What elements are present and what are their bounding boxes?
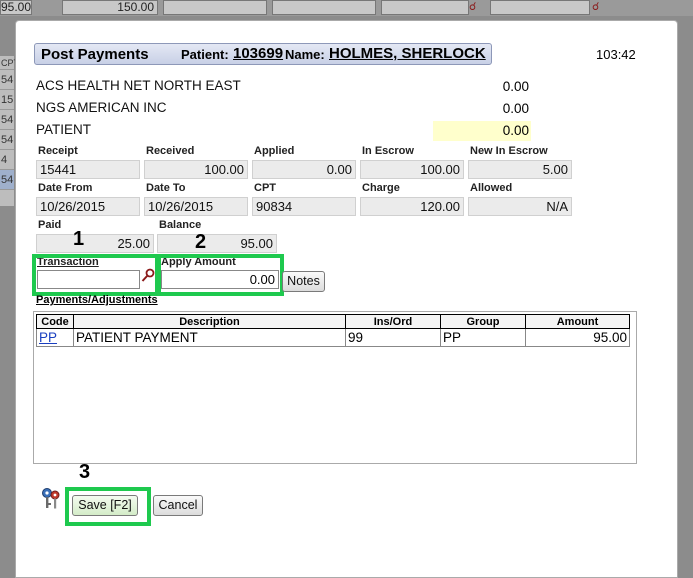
patient-label: Patient: (181, 47, 229, 62)
column-header-code: Code (36, 314, 74, 329)
column-header-ins-ord: Ins/Ord (345, 314, 441, 329)
payer-name: PATIENT (36, 122, 92, 137)
payer-amount: 0.00 (502, 101, 529, 116)
dialog-title-bar: Post Payments Patient: 103699 Name: HOLM… (34, 43, 492, 65)
new-in-escrow-label: New In Escrow (470, 145, 548, 157)
balance-label: Balance (159, 219, 202, 231)
table-row[interactable]: PP PATIENT PAYMENT 99 PP 95.00 (36, 328, 630, 347)
background-left-cell: 54 (0, 110, 14, 130)
session-timer: 103:42 (596, 47, 636, 62)
payments-table: Code Description Ins/Ord Group Amount PP… (36, 314, 630, 347)
row-description: PATIENT PAYMENT (73, 328, 346, 347)
search-icon: ☌ (469, 1, 477, 13)
column-header-amount: Amount (525, 314, 630, 329)
payer-name: ACS HEALTH NET NORTH EAST (36, 78, 241, 93)
payer-name: NGS AMERICAN INC (36, 100, 167, 115)
step-number-2: 2 (195, 231, 207, 253)
cpt-field: 90834 (252, 197, 356, 216)
paid-field: 25.00 (36, 234, 154, 253)
in-escrow-field: 100.00 (360, 160, 464, 179)
patient-id: 103699 (233, 45, 284, 62)
dialog-title: Post Payments (41, 46, 149, 63)
row-ins-ord: 99 (345, 328, 441, 347)
date-from-field: 10/26/2015 (36, 197, 140, 216)
column-header-group: Group (440, 314, 526, 329)
step-number-3: 3 (79, 461, 91, 483)
name-label: Name: (285, 47, 325, 62)
charge-label: Charge (362, 182, 400, 194)
date-from-label: Date From (38, 182, 93, 194)
applied-label: Applied (254, 145, 295, 157)
row-group: PP (440, 328, 526, 347)
row-code-link[interactable]: PP (36, 328, 74, 347)
background-left-cell: 54 (0, 170, 14, 190)
background-cell (272, 0, 376, 15)
background-cell (490, 0, 590, 15)
received-field: 100.00 (144, 160, 248, 179)
payments-adjustments-label: Payments/Adjustments (36, 294, 158, 306)
post-payments-dialog: Post Payments Patient: 103699 Name: HOLM… (15, 20, 678, 578)
notes-button[interactable]: Notes (282, 271, 325, 292)
highlight-box-2 (157, 254, 284, 296)
allowed-label: Allowed (470, 182, 513, 194)
row-amount: 95.00 (525, 328, 630, 347)
highlight-box-3 (65, 487, 151, 526)
highlight-box-1 (32, 254, 159, 296)
background-left-cell: 54 (0, 130, 14, 150)
paid-label: Paid (38, 219, 62, 231)
cpt-label: CPT (254, 182, 276, 194)
background-left-cell: 15 (0, 90, 14, 110)
search-icon: ☌ (592, 1, 600, 13)
background-cell (163, 0, 267, 15)
charge-field: 120.00 (360, 197, 464, 216)
background-left-cell: 4 (0, 150, 14, 170)
in-escrow-label: In Escrow (362, 145, 414, 157)
step-number-1: 1 (73, 228, 85, 250)
keys-icon (40, 487, 62, 511)
background-cell: 150.00 (62, 0, 158, 15)
column-header-description: Description (73, 314, 346, 329)
payments-grid: Code Description Ins/Ord Group Amount PP… (33, 311, 637, 464)
date-to-label: Date To (146, 182, 186, 194)
payer-amount: 0.00 (433, 121, 531, 141)
date-to-field: 10/26/2015 (144, 197, 248, 216)
background-cell (381, 0, 469, 15)
balance-field: 95.00 (157, 234, 277, 253)
receipt-field: 15441 (36, 160, 140, 179)
patient-name: HOLMES, SHERLOCK (329, 45, 486, 62)
background-left-cell: CPT (0, 58, 19, 70)
allowed-field: N/A (468, 197, 572, 216)
received-label: Received (146, 145, 195, 157)
table-header-row: Code Description Ins/Ord Group Amount (36, 314, 630, 329)
new-in-escrow-field: 5.00 (468, 160, 572, 179)
cancel-button[interactable]: Cancel (153, 495, 203, 516)
background-cell: 95.00 (0, 0, 32, 15)
background-left-cell: 54 (0, 70, 14, 90)
applied-field: 0.00 (252, 160, 356, 179)
payer-amount: 0.00 (502, 79, 529, 94)
background-left-column: CPT 54 15 54 54 4 54 (0, 56, 19, 206)
receipt-label: Receipt (38, 145, 78, 157)
